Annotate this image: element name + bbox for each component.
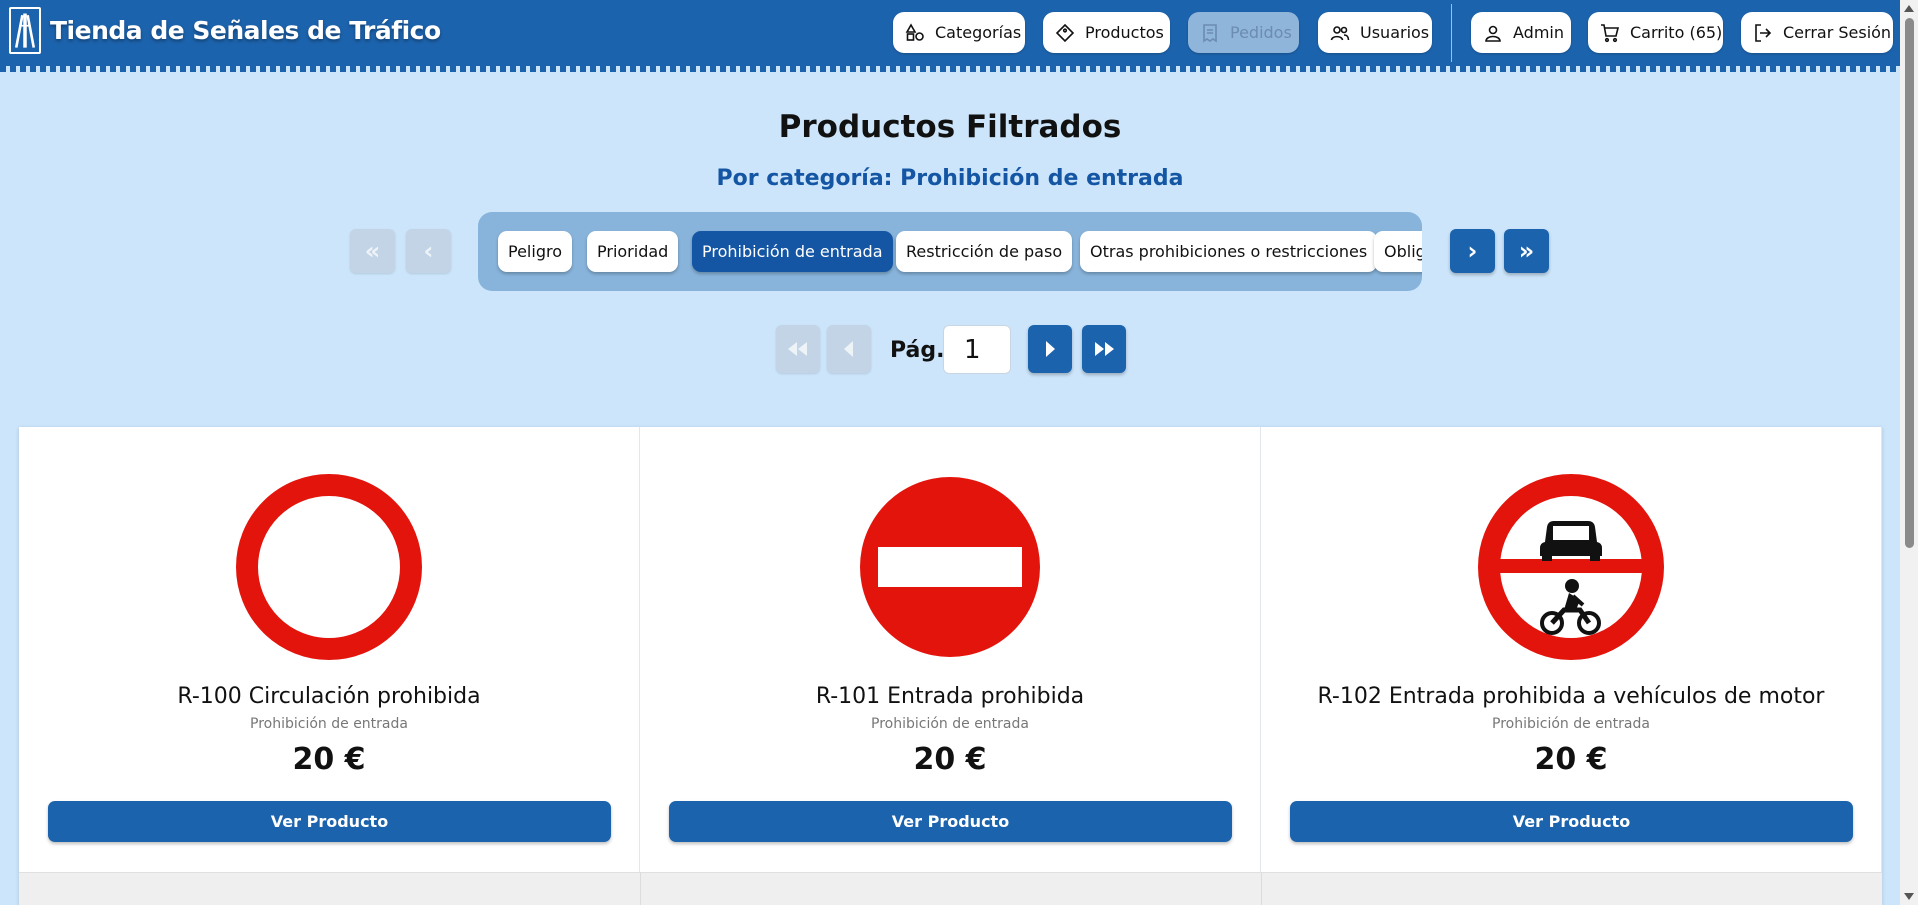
cart-icon (1601, 23, 1620, 42)
top-navbar: Tienda de Señales de Tráfico Categorías … (0, 0, 1900, 66)
shapes-icon (905, 22, 924, 41)
chevron-right-icon: › (1467, 237, 1478, 265)
scroll-down-arrow-icon[interactable] (1904, 893, 1914, 900)
carousel-last-button[interactable]: » (1504, 229, 1549, 273)
product-title[interactable]: R-101 Entrada prohibida (640, 684, 1260, 709)
product-title[interactable]: R-100 Circulación prohibida (19, 684, 639, 709)
users-icon (1330, 25, 1350, 40)
highway-logo-icon[interactable] (9, 7, 41, 54)
page-label: Pág. (890, 338, 945, 363)
category-pill[interactable]: Obligación (1374, 231, 1422, 272)
nav-label: Productos (1085, 23, 1164, 42)
tag-diamond-icon (1055, 23, 1075, 42)
sign-r101-entrada-prohibida-icon[interactable] (855, 472, 1045, 662)
product-category: Prohibición de entrada (871, 716, 1029, 732)
category-pill[interactable]: Peligro (498, 231, 572, 272)
nav-divider (1451, 4, 1452, 62)
page-title: Productos Filtrados (778, 109, 1122, 145)
view-product-button[interactable]: Ver Producto (1290, 801, 1853, 842)
product-card: R-101 Entrada prohibida Prohibición de e… (640, 427, 1261, 872)
category-pill[interactable]: Otras prohibiciones o restricciones (1080, 231, 1378, 272)
carousel-next-button[interactable]: › (1450, 229, 1495, 273)
nav-label: Admin (1513, 23, 1564, 42)
nav-categorias-button[interactable]: Categorías (893, 12, 1025, 53)
play-right-icon (1046, 341, 1055, 357)
user-icon (1485, 25, 1501, 42)
page-first-button[interactable] (776, 325, 820, 373)
category-pill-active[interactable]: Prohibición de entrada (692, 231, 893, 272)
sign-r100-circulacion-prohibida-icon[interactable] (234, 472, 424, 662)
double-chevron-left-icon: « (364, 237, 381, 265)
product-price: 20 € (1534, 742, 1608, 777)
page-prev-button[interactable] (827, 325, 871, 373)
double-chevron-right-icon: » (1518, 237, 1535, 265)
product-card: R-102 Entrada prohibida a vehículos de m… (1261, 427, 1882, 872)
card-separator (640, 873, 641, 905)
nav-admin-button[interactable]: Admin (1471, 12, 1571, 53)
product-category: Prohibición de entrada (1492, 716, 1650, 732)
page-next-button[interactable] (1028, 325, 1072, 373)
nav-productos-button[interactable]: Productos (1043, 12, 1170, 53)
page-last-button[interactable] (1082, 325, 1126, 373)
category-pill[interactable]: Prioridad (587, 231, 679, 272)
page-number-input[interactable] (943, 325, 1011, 374)
nav-label: Categorías (935, 23, 1022, 42)
scroll-up-arrow-icon[interactable] (1904, 5, 1914, 12)
nav-usuarios-button[interactable]: Usuarios (1318, 12, 1432, 53)
nav-label: Pedidos (1230, 23, 1292, 42)
header-dashed-border (0, 66, 1900, 72)
scrollbar-thumb[interactable] (1905, 18, 1914, 548)
filter-subtitle: Por categoría: Prohibición de entrada (716, 166, 1184, 191)
product-category: Prohibición de entrada (250, 716, 408, 732)
rewind-icon (788, 342, 807, 356)
chevron-left-icon: ‹ (423, 237, 434, 265)
category-pill[interactable]: Restricción de paso (896, 231, 1073, 272)
carousel-prev-button[interactable]: ‹ (406, 229, 451, 273)
product-grid: R-100 Circulación prohibida Prohibición … (19, 427, 1882, 905)
receipt-icon (1203, 23, 1217, 42)
view-product-button[interactable]: Ver Producto (48, 801, 611, 842)
card-separator (1261, 873, 1262, 905)
logout-icon (1755, 23, 1772, 42)
nav-carrito-button[interactable]: Carrito (65) (1588, 12, 1723, 53)
product-price: 20 € (913, 742, 987, 777)
carousel-first-button[interactable]: « (350, 229, 395, 273)
sign-r102-vehiculos-motor-icon[interactable] (1476, 472, 1666, 662)
play-left-icon (844, 341, 853, 357)
product-row-next (19, 872, 1882, 905)
nav-label: Carrito (65) (1630, 23, 1723, 42)
nav-pedidos-button[interactable]: Pedidos (1188, 12, 1299, 53)
nav-label: Usuarios (1360, 23, 1430, 42)
product-price: 20 € (292, 742, 366, 777)
view-product-button[interactable]: Ver Producto (669, 801, 1232, 842)
product-card: R-100 Circulación prohibida Prohibición … (19, 427, 640, 872)
category-carousel: Peligro Prioridad Prohibición de entrada… (478, 212, 1422, 291)
product-title[interactable]: R-102 Entrada prohibida a vehículos de m… (1261, 684, 1881, 709)
nav-label: Cerrar Sesión (1783, 23, 1892, 42)
fast-forward-icon (1095, 342, 1114, 356)
nav-cerrar-sesion-button[interactable]: Cerrar Sesión (1741, 12, 1893, 53)
brand-title[interactable]: Tienda de Señales de Tráfico (50, 16, 441, 45)
